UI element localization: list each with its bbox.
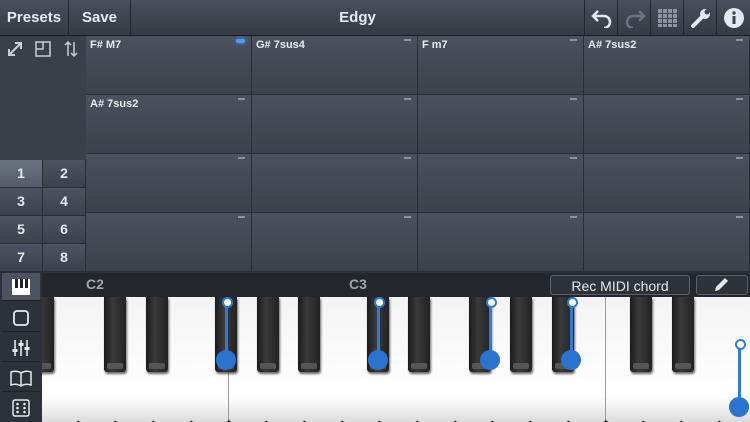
page-button-1[interactable]: 1: [0, 160, 43, 188]
chord-pad[interactable]: [86, 154, 252, 213]
black-key[interactable]: [257, 297, 279, 372]
chord-pad[interactable]: [584, 154, 750, 213]
chord-pad-label: A# 7sus2: [588, 39, 637, 51]
chord-pad[interactable]: A# 7sus2: [584, 36, 750, 95]
chord-pad-label: F m7: [422, 39, 448, 51]
pad-indicator: [238, 157, 245, 159]
left-panel: 1 2 3 4 5 6 7 8: [0, 36, 86, 272]
redo-icon[interactable]: [617, 0, 651, 35]
page-button-2[interactable]: 2: [43, 160, 86, 188]
page-button-7[interactable]: 7: [0, 244, 43, 272]
pad-indicator: [570, 157, 577, 159]
pad-indicator: [404, 216, 411, 218]
note-marker[interactable]: [479, 297, 501, 377]
book-icon[interactable]: [2, 364, 40, 392]
pad-indicator: [238, 216, 245, 218]
black-key[interactable]: [298, 297, 320, 372]
chord-pad-label: A# 7sus2: [90, 98, 139, 110]
note-marker[interactable]: [215, 297, 237, 377]
chord-pad[interactable]: [252, 213, 418, 272]
pad-indicator: [570, 39, 577, 41]
pad-indicator: [736, 216, 743, 218]
chord-pad[interactable]: F m7: [418, 36, 584, 95]
mixer-icon[interactable]: [2, 334, 40, 362]
preset-title: Edgy: [339, 9, 376, 26]
dice-icon[interactable]: [2, 394, 40, 421]
chord-pad[interactable]: F# M7: [86, 36, 252, 95]
chord-pad[interactable]: [584, 213, 750, 272]
piano-keyboard[interactable]: [42, 297, 750, 422]
keyboard-sidebar: [0, 273, 42, 422]
pad-indicator: [736, 39, 743, 41]
page-selector: 1 2 3 4 5 6 7 8: [0, 160, 86, 272]
pad-indicator: [238, 98, 245, 100]
velocity-slider[interactable]: [728, 297, 750, 422]
black-key[interactable]: [630, 297, 652, 372]
pad-indicator: [570, 98, 577, 100]
page-button-3[interactable]: 3: [0, 188, 43, 216]
pad-indicator: [236, 39, 245, 43]
chord-pad[interactable]: A# 7sus2: [86, 95, 252, 154]
page-button-8[interactable]: 8: [43, 244, 86, 272]
black-key[interactable]: [42, 297, 54, 372]
pad-indicator: [736, 98, 743, 100]
pad-indicator: [570, 216, 577, 218]
note-marker[interactable]: [367, 297, 389, 377]
wrench-icon[interactable]: [683, 0, 717, 35]
black-key[interactable]: [104, 297, 126, 372]
black-key[interactable]: [146, 297, 168, 372]
chord-pad[interactable]: [252, 95, 418, 154]
page-button-5[interactable]: 5: [0, 216, 43, 244]
note-marker[interactable]: [560, 297, 582, 377]
chord-grid: F# M7 G# 7sus4 F m7 A# 7sus2 A# 7sus2: [86, 36, 750, 272]
chord-pad[interactable]: [252, 154, 418, 213]
page-button-6[interactable]: 6: [43, 216, 86, 244]
info-icon[interactable]: [716, 0, 750, 35]
presets-button[interactable]: Presets: [0, 0, 69, 35]
pad-indicator: [736, 157, 743, 159]
chord-pad-label: G# 7sus4: [256, 39, 305, 51]
undo-icon[interactable]: [584, 0, 618, 35]
octave-label-c2: C2: [86, 276, 104, 292]
keyboard-header: C2 C3 Rec MIDI chord: [42, 273, 750, 297]
square-icon[interactable]: [2, 304, 40, 332]
layout-icon[interactable]: [29, 36, 57, 62]
sort-arrows-icon[interactable]: [57, 36, 85, 62]
expand-icon[interactable]: [1, 36, 29, 62]
page-button-4[interactable]: 4: [43, 188, 86, 216]
black-key[interactable]: [510, 297, 532, 372]
chord-pad[interactable]: G# 7sus4: [252, 36, 418, 95]
black-key[interactable]: [672, 297, 694, 372]
pad-indicator: [404, 157, 411, 159]
chord-pad[interactable]: [584, 95, 750, 154]
black-key[interactable]: [408, 297, 430, 372]
pad-indicator: [404, 98, 411, 100]
chord-pad-label: F# M7: [90, 39, 122, 51]
rec-midi-chord-button[interactable]: Rec MIDI chord: [550, 275, 690, 295]
top-toolbar: Presets Save Edgy: [0, 0, 750, 36]
chord-pad[interactable]: [418, 154, 584, 213]
chord-pad[interactable]: [418, 213, 584, 272]
chord-pad[interactable]: [418, 95, 584, 154]
chord-pad[interactable]: [86, 213, 252, 272]
grid-icon[interactable]: [650, 0, 684, 35]
piano-icon[interactable]: [2, 273, 40, 301]
pad-indicator: [404, 39, 411, 41]
save-button[interactable]: Save: [69, 0, 131, 35]
octave-label-c3: C3: [349, 276, 367, 292]
pencil-icon[interactable]: [696, 275, 748, 295]
